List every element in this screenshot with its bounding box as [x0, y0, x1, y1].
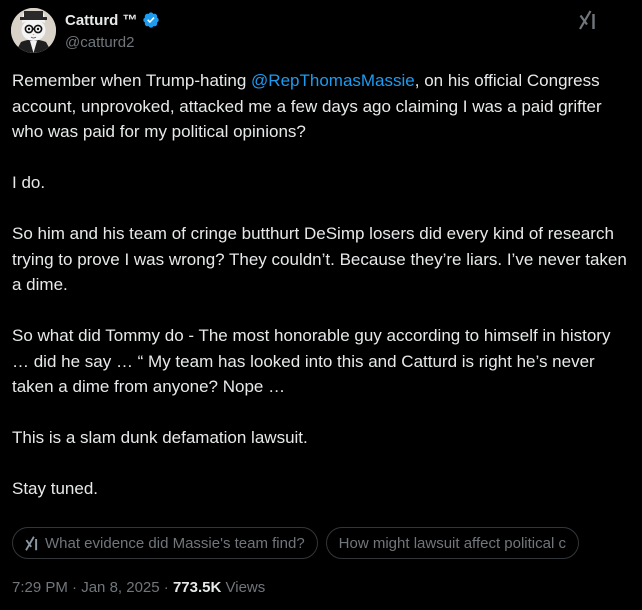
tweet-paragraph: So what did Tommy do - The most honorabl… — [12, 326, 611, 396]
tweet-card: Catturd ™ @catturd2 Remember when Trump-… — [0, 0, 642, 610]
grok-suggestion-label: What evidence did Massie's team find? — [45, 534, 305, 552]
avatar-cat-image — [11, 8, 56, 53]
avatar[interactable] — [11, 8, 56, 53]
grok-suggestion-chip[interactable]: What evidence did Massie's team find? — [12, 527, 318, 559]
tweet-paragraph: Remember when Trump-hating @RepThomasMas… — [12, 68, 632, 145]
tweet-time[interactable]: 7:29 PM — [12, 579, 68, 596]
tweet-text-segment: Remember when Trump-hating — [12, 71, 252, 90]
tweet-text: Remember when Trump-hating @RepThomasMas… — [12, 68, 632, 502]
verified-badge-icon — [142, 11, 160, 29]
grok-suggestions: What evidence did Massie's team find? Ho… — [12, 527, 642, 559]
author-name-row: Catturd ™ — [65, 11, 160, 29]
mention-link[interactable]: @RepThomasMassie — [251, 71, 415, 90]
tweet-date[interactable]: Jan 8, 2025 — [81, 579, 159, 596]
views-label: Views — [221, 579, 266, 596]
views-count: 773.5K — [172, 579, 222, 596]
grok-suggestion-chip[interactable]: How might lawsuit affect political c — [325, 527, 579, 559]
tweet-paragraph: This is a slam dunk defamation lawsuit. — [12, 428, 308, 447]
meta-separator: · — [67, 579, 82, 596]
grok-suggestion-label: How might lawsuit affect political c — [338, 534, 566, 552]
author-display-name[interactable]: Catturd ™ — [65, 12, 138, 29]
meta-separator: · — [159, 579, 173, 596]
tweet-paragraph: So him and his team of cringe butthurt D… — [12, 224, 627, 294]
tweet-paragraph: I do. — [12, 173, 46, 192]
tweet-paragraph: Stay tuned. — [12, 479, 99, 498]
chips-fade-overlay — [618, 527, 642, 559]
tweet-meta: 7:29 PM · Jan 8, 2025 · 773.5K Views — [12, 579, 265, 596]
author-handle[interactable]: @catturd2 — [65, 34, 134, 51]
x-logo-icon[interactable] — [579, 10, 597, 30]
grok-icon — [25, 535, 39, 551]
